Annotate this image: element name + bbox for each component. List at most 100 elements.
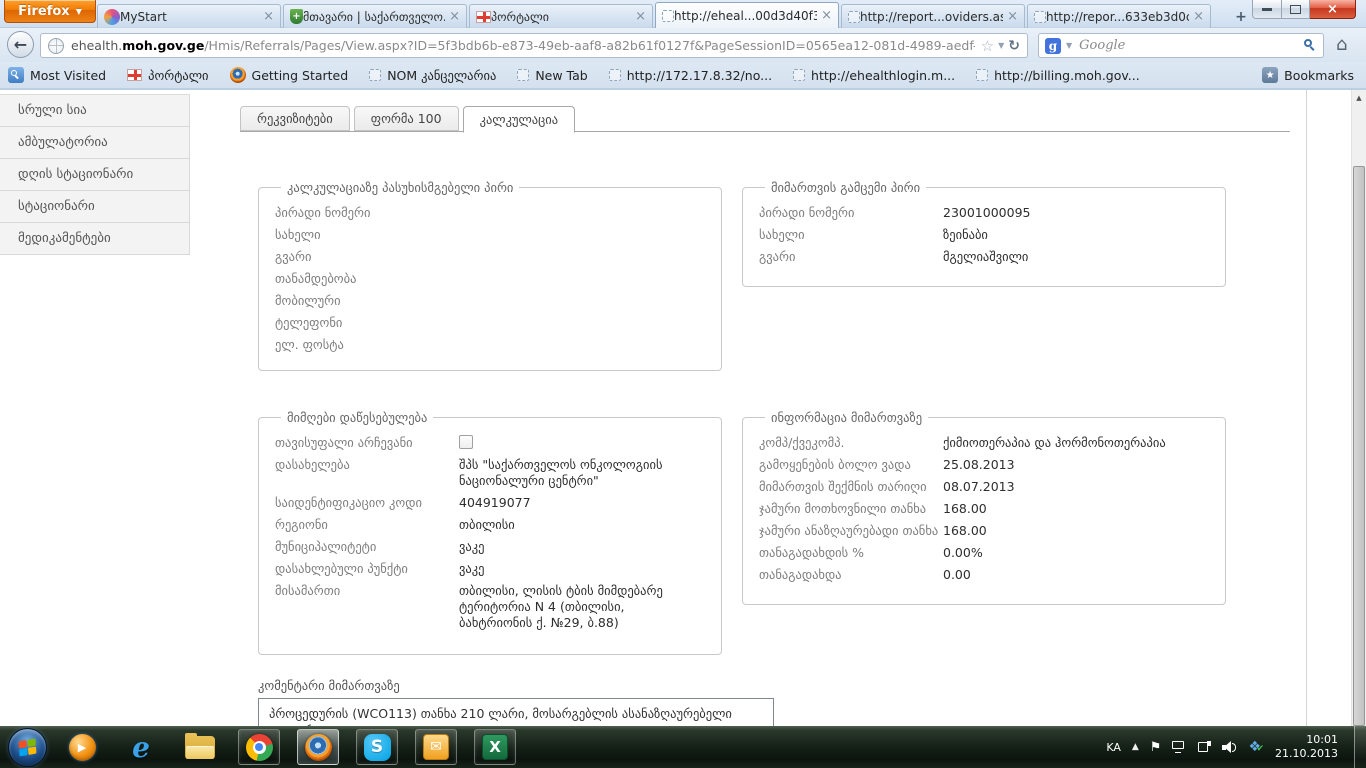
firefox-taskbar-button[interactable] xyxy=(297,729,339,765)
url-bar[interactable]: ehealth.moh.gov.ge/Hmis/Referrals/Pages/… xyxy=(40,33,1028,58)
field-label: ტელეფონი xyxy=(275,315,459,331)
field-label: ელ. ფოსტა xyxy=(275,337,459,353)
bookmark-label: New Tab xyxy=(535,68,587,83)
comment-label: კომენტარი მიმართვაზე xyxy=(258,678,400,693)
field-label: რეგიონი xyxy=(275,517,459,533)
content-tab[interactable]: რეკვიზიტები xyxy=(240,106,350,131)
tab-close-icon[interactable]: × xyxy=(449,9,460,24)
tray-expand-icon[interactable]: ▲ xyxy=(1132,742,1139,752)
show-desktop-button[interactable] xyxy=(1354,726,1366,768)
field-value: თბილისი, ლისის ტბის მიმდებარე ტერიტორია … xyxy=(459,583,681,631)
search-input[interactable] xyxy=(1077,37,1299,54)
comment-textarea[interactable]: პროცედურის (WCO113) თანხა 210 ლარი, მოსა… xyxy=(258,698,774,726)
google-search-engine-icon[interactable]: g xyxy=(1045,38,1061,54)
sidebar-item[interactable]: სტაციონარი xyxy=(0,191,190,223)
field-label: ჯამური მოთხოვნილი თანხა xyxy=(759,501,943,517)
bookmark-item[interactable]: პორტალი xyxy=(127,68,208,83)
bookmark-item[interactable]: Most Visited xyxy=(8,67,106,83)
bookmark-item[interactable]: http://billing.moh.gov... xyxy=(976,68,1140,83)
remove-hardware-icon[interactable] xyxy=(1198,741,1211,753)
internet-explorer-icon: e xyxy=(132,731,150,764)
restore-button[interactable] xyxy=(1282,0,1310,19)
windows-media-player-taskbar-button[interactable]: ▶ xyxy=(61,729,103,765)
field-value: მგელიაშვილი xyxy=(943,249,1028,265)
sidebar-item[interactable]: მედიკამენტები xyxy=(0,223,190,255)
volume-icon[interactable] xyxy=(1222,741,1237,754)
field-value: თბილისი xyxy=(459,517,515,533)
close-icon: × xyxy=(1327,2,1338,17)
browser-tab[interactable]: http://eheal...00d3d40f3a1× xyxy=(655,2,839,28)
field-row: მუნიციპალიტეტივაკე xyxy=(275,539,705,555)
language-indicator[interactable]: KA xyxy=(1106,741,1121,754)
outlook-taskbar-button[interactable]: ✉ xyxy=(415,729,457,765)
field-row: მიმართვის შექმნის თარიღი08.07.2013 xyxy=(759,479,1209,495)
tab-close-icon[interactable]: × xyxy=(1007,9,1018,24)
search-icon[interactable] xyxy=(1304,39,1317,52)
windows-explorer-taskbar-button[interactable] xyxy=(179,729,221,765)
field-row: თანაგადახდა0.00 xyxy=(759,567,1209,583)
bookmark-star-icon[interactable]: ☆ xyxy=(981,37,994,55)
browser-tab[interactable]: პორტალი× xyxy=(469,4,653,28)
tab-title: მთავარი | საქართველო... xyxy=(303,10,445,24)
bookmark-item[interactable]: Getting Started xyxy=(230,67,349,83)
browser-tab[interactable]: MyStart× xyxy=(97,4,281,28)
bookmark-item[interactable]: http://ehealthlogin.m... xyxy=(793,68,955,83)
tab-strip: MyStart×+მთავარი | საქართველო...×პორტალი… xyxy=(97,2,1213,28)
back-button[interactable]: ← xyxy=(7,31,34,58)
firefox-menu-button[interactable]: Firefox ▼ xyxy=(4,0,96,23)
clock-time: 10:01 xyxy=(1275,733,1338,747)
browser-tab[interactable]: +მთავარი | საქართველო...× xyxy=(283,4,467,28)
field-label: გვარი xyxy=(275,249,459,265)
field-row: პირადი ნომერი xyxy=(275,205,705,221)
search-engine-dropdown-icon[interactable]: ▼ xyxy=(1066,41,1072,50)
bookmark-item[interactable]: NOM კანცელარია xyxy=(369,68,496,83)
bookmark-label: Most Visited xyxy=(30,68,106,83)
tab-close-icon[interactable]: × xyxy=(821,8,832,23)
content-tab[interactable]: კალკულაცია xyxy=(463,106,576,133)
google-chrome-taskbar-button[interactable] xyxy=(238,729,280,765)
field-value: ქიმიოთერაპია და ჰორმონოთერაპია xyxy=(943,435,1166,451)
bookmark-item[interactable]: New Tab xyxy=(517,68,587,83)
network-icon[interactable] xyxy=(1172,741,1187,753)
globe-site-icon xyxy=(48,38,64,54)
field-label: დასახელება xyxy=(275,457,459,489)
close-button[interactable]: × xyxy=(1310,0,1356,19)
skype-taskbar-button[interactable]: S xyxy=(356,729,398,765)
scrollbar-up-arrow[interactable]: ▲ xyxy=(1352,90,1366,106)
scrollbar-thumb[interactable] xyxy=(1353,166,1365,726)
tab-close-icon[interactable]: × xyxy=(1193,9,1204,24)
start-button[interactable] xyxy=(8,728,47,767)
excel-icon: X xyxy=(482,734,508,760)
field-label: მობილური xyxy=(275,293,459,309)
checkbox[interactable] xyxy=(459,435,473,449)
bookmark-item[interactable]: http://172.17.8.32/no... xyxy=(609,68,772,83)
internet-explorer-taskbar-button[interactable]: e xyxy=(120,729,162,765)
field-value: 168.00 xyxy=(943,523,987,539)
field-value: 404919077 xyxy=(459,495,531,511)
minimize-button[interactable] xyxy=(1252,0,1282,19)
browser-tab[interactable]: http://report...oviders.aspx× xyxy=(841,4,1025,28)
action-center-flag-icon[interactable]: ⚑ xyxy=(1150,741,1162,754)
sidebar-item[interactable]: სრული სია xyxy=(0,95,190,127)
taskbar-clock[interactable]: 10:01 21.10.2013 xyxy=(1275,733,1338,761)
browser-tab[interactable]: http://repor...633eb3d0c84× xyxy=(1027,4,1211,28)
new-tab-button[interactable]: + xyxy=(1229,8,1253,26)
field-label: მუნიციპალიტეტი xyxy=(275,539,459,555)
dropbox-icon[interactable]: ❖✔ xyxy=(1248,740,1261,754)
bookmarks-menu-button[interactable]: ★ Bookmarks xyxy=(1262,67,1354,83)
reload-icon[interactable]: ↻ xyxy=(1008,38,1020,54)
tab-close-icon[interactable]: × xyxy=(263,9,274,24)
firefox-icon xyxy=(230,67,246,83)
sidebar-item[interactable]: ამბულატორია xyxy=(0,127,190,159)
field-row: დასახელებაშპს "საქართველოს ონკოლოგიის ნა… xyxy=(275,457,705,489)
dashed-icon xyxy=(517,69,529,81)
field-label: ჯამური ანაზღაურებადი თანხა xyxy=(759,523,943,539)
excel-taskbar-button[interactable]: X xyxy=(474,729,516,765)
google-chrome-icon xyxy=(246,734,273,761)
tab-close-icon[interactable]: × xyxy=(635,9,646,24)
fieldset-legend: ინფორმაცია მიმართვაზე xyxy=(765,410,928,425)
content-tab[interactable]: ფორმა 100 xyxy=(354,106,459,131)
history-dropdown-icon[interactable]: ▼ xyxy=(998,41,1004,50)
sidebar-item[interactable]: დღის სტაციონარი xyxy=(0,159,190,191)
home-button[interactable]: ⌂ xyxy=(1336,35,1347,55)
